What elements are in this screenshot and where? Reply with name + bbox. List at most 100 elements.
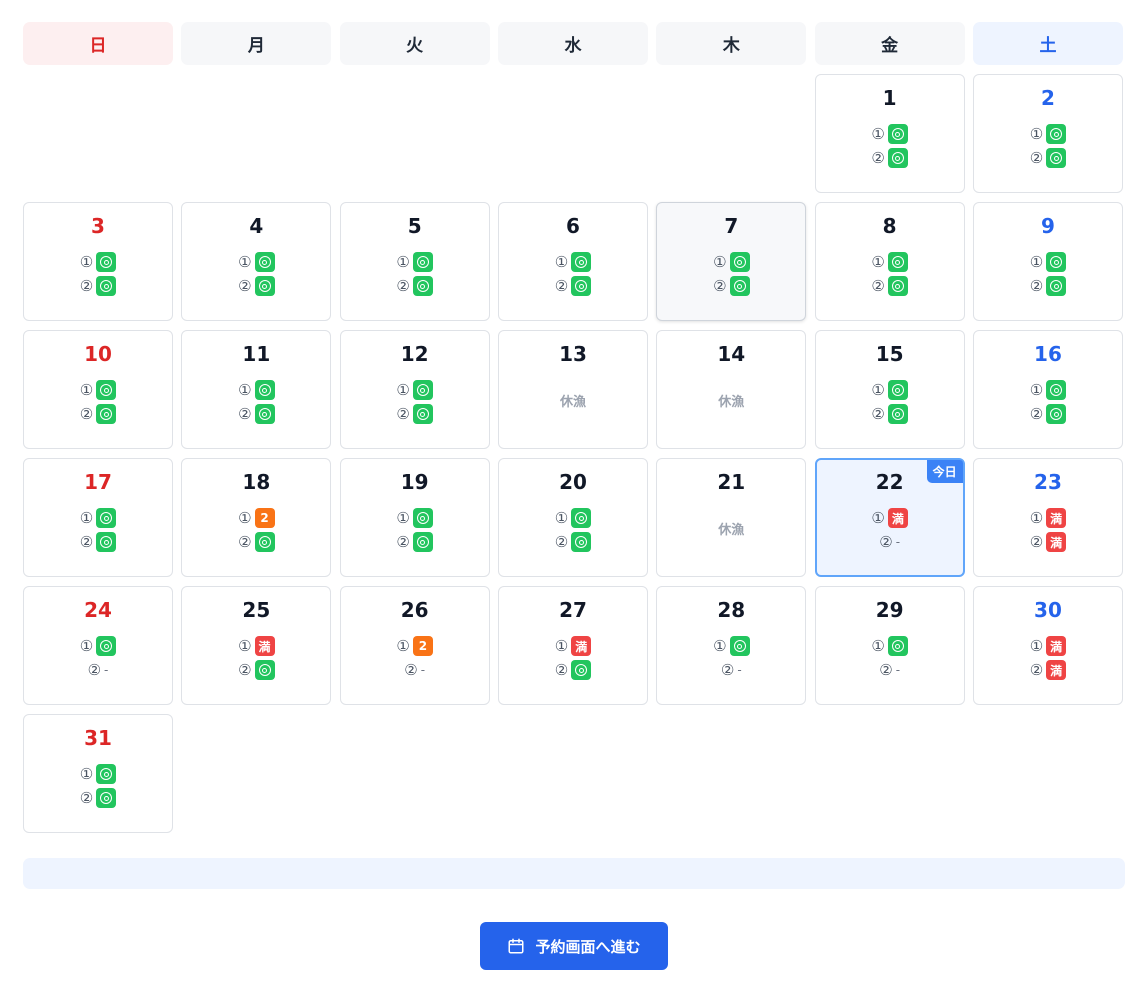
slot-row: ② (871, 404, 908, 424)
day-cell[interactable]: 29 ① ② - (814, 586, 965, 705)
day-cell[interactable]: 10 ① ② (23, 330, 173, 449)
slot-number: ② (1029, 149, 1044, 167)
slot-number: ① (1029, 125, 1044, 143)
double-circle-icon (575, 536, 588, 548)
available-badge (412, 252, 433, 272)
day-cell[interactable]: 27 ① 満 ② (497, 586, 648, 705)
slot-unavailable-dash: - (895, 663, 901, 677)
day-cell[interactable]: 16 ① ② (972, 330, 1123, 449)
slot-row: ①満 (871, 508, 908, 528)
slot-list: ①② (79, 764, 117, 808)
day-cell[interactable]: 30 ① 満 ② 満 (972, 586, 1123, 705)
day-number: 3 (91, 214, 105, 238)
slot-number: ② (879, 533, 893, 551)
day-cell[interactable]: 19 ① ② (339, 458, 490, 577)
weekday-header-cell: 金 (814, 22, 965, 65)
slot-number: ① (713, 253, 727, 271)
slot-unavailable-dash: - (104, 663, 109, 677)
day-cell[interactable]: 18 ① 2 ② (181, 458, 332, 577)
full-badge: 満 (1046, 636, 1067, 656)
day-cell[interactable]: 6①② (497, 202, 648, 321)
slot-number: ① (871, 509, 885, 527)
double-circle-icon (1050, 408, 1063, 420)
slot-number: ② (1029, 277, 1044, 295)
day-number: 4 (249, 214, 264, 238)
available-badge (1046, 380, 1067, 400)
day-cell[interactable]: 14 休漁 (656, 330, 807, 449)
day-cell[interactable]: 24 ① ② - (23, 586, 173, 705)
double-circle-icon (100, 408, 113, 420)
day-cell[interactable]: 12 ① ② (339, 330, 490, 449)
slot-row: ② (555, 532, 592, 552)
day-number: 30 (1034, 598, 1062, 622)
day-cell[interactable]: 3①② (23, 202, 173, 321)
day-number: 17 (84, 470, 112, 494)
day-cell[interactable]: 17 ① ② (23, 458, 173, 577)
slot-row: ① (713, 636, 750, 656)
slot-row: ① (871, 380, 908, 400)
day-cell[interactable]: 11 ① ② (181, 330, 332, 449)
available-badge (1046, 148, 1067, 168)
slot-number: ② (79, 789, 94, 807)
day-cell[interactable]: 28 ① ② - (656, 586, 807, 705)
available-badge (96, 636, 117, 656)
slot-row: ② (1029, 276, 1067, 296)
day-number: 28 (717, 598, 746, 622)
slot-number: ① (79, 765, 94, 783)
day-cell[interactable]: 2①② (972, 74, 1123, 193)
day-cell[interactable]: 9①② (972, 202, 1123, 321)
day-number: 10 (84, 342, 112, 366)
day-cell[interactable]: 15 ① ② (814, 330, 965, 449)
day-cell[interactable]: 5①② (339, 202, 490, 321)
slot-row: ② (555, 276, 592, 296)
slot-number: ① (554, 509, 569, 527)
slot-row: ② (1029, 148, 1067, 168)
slot-number: ① (396, 381, 410, 399)
proceed-to-reservation-button[interactable]: 予約画面へ進む (480, 922, 668, 970)
day-number: 23 (1034, 470, 1062, 494)
day-cell[interactable]: 4①② (181, 202, 332, 321)
calendar-icon (508, 938, 524, 954)
double-circle-icon (891, 408, 904, 420)
slot-row: ② (396, 276, 433, 296)
double-circle-icon (575, 664, 588, 676)
slot-number: ② (396, 277, 410, 295)
slot-number: ① (79, 509, 94, 527)
slot-number: ② (1029, 405, 1044, 423)
available-badge (96, 252, 117, 272)
double-circle-icon (258, 536, 271, 548)
day-cell[interactable]: 7①② (656, 202, 807, 321)
slot-number: ② (554, 661, 569, 679)
day-cell[interactable]: 22 今日 ① 満 ② - (814, 458, 965, 577)
remaining-seats-badge: 2 (412, 636, 433, 656)
slot-unavailable-dash: - (420, 663, 426, 677)
slot-row: ②- (879, 532, 900, 552)
slot-number: ② (396, 533, 410, 551)
available-badge (412, 404, 433, 424)
day-cell[interactable]: 26 ① 2 ② - (339, 586, 490, 705)
slot-number: ① (238, 509, 252, 527)
double-circle-icon (416, 408, 429, 420)
day-cell[interactable]: 8①② (814, 202, 965, 321)
slot-number: ① (396, 637, 410, 655)
slot-list: ①2 ②- (396, 636, 433, 680)
slot-row: ① (1030, 380, 1067, 400)
double-circle-icon (891, 256, 904, 268)
day-cell[interactable]: 23 ① 満 ② 満 (972, 458, 1123, 577)
day-cell[interactable]: 13 休漁 (497, 330, 648, 449)
slot-row: ① (79, 508, 117, 528)
available-badge (571, 660, 592, 680)
slot-row: ② (238, 404, 275, 424)
slot-list: ①満②満 (1030, 508, 1067, 552)
slot-row: ②- (404, 660, 425, 680)
available-badge (887, 636, 908, 656)
day-cell[interactable]: 1①② (814, 74, 965, 193)
slot-number: ② (713, 277, 727, 295)
full-badge: 満 (571, 636, 592, 656)
day-cell[interactable]: 21 休漁 (656, 458, 807, 577)
day-cell[interactable]: 20 ① ② (497, 458, 648, 577)
available-badge (887, 252, 908, 272)
day-cell[interactable]: 25 ① 満 ② (181, 586, 332, 705)
day-cell[interactable]: 31 ① ② (23, 714, 173, 833)
slot-list: ①② (871, 380, 908, 424)
